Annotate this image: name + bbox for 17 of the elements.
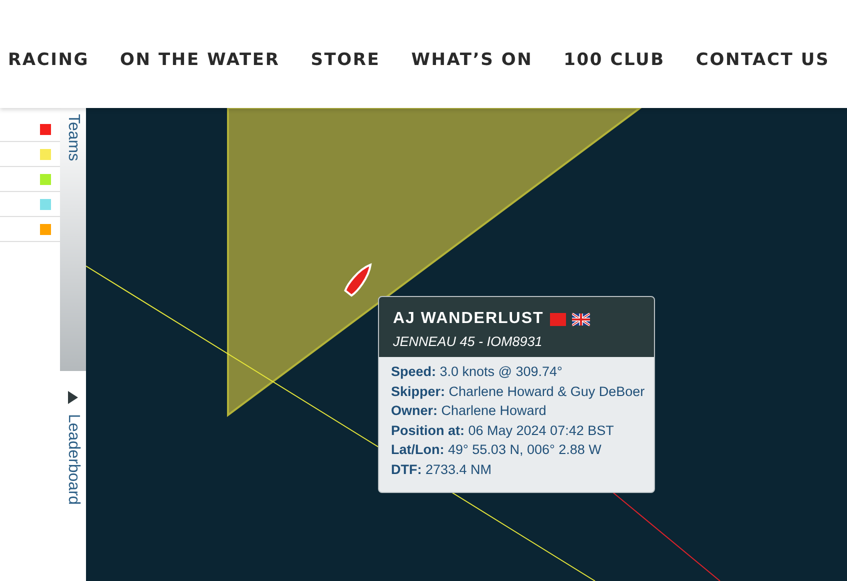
boat-info-line: DTF: 2733.4 NM xyxy=(391,460,493,479)
boat-class: JENNEAU 45 - IOM8931 xyxy=(393,334,544,349)
play-icon xyxy=(68,391,78,404)
boat-info-line: Lat/Lon: 49° 55.03 N, 006° 2.88 W xyxy=(391,441,602,460)
flag-icon xyxy=(572,312,590,326)
boat-icon xyxy=(344,264,372,296)
nav-link[interactable]: STORE xyxy=(310,38,380,70)
nav-link[interactable]: RACING xyxy=(8,38,90,70)
boat-name: AJ WANDERLUST xyxy=(393,310,544,328)
boat-info-line: Speed: 3.0 knots @ 309.74° xyxy=(391,363,564,381)
nav-link[interactable]: 100 CLUB xyxy=(564,38,665,70)
nav-link[interactable]: ON THE WATER xyxy=(120,38,280,70)
boat-info-line: Owner: Charlene Howard xyxy=(391,402,548,420)
nav-link[interactable]: CONTACT US xyxy=(696,38,830,70)
boat-info-line: Skipper: Charlene Howard & Guy DeBoer xyxy=(391,382,642,401)
nav-link[interactable]: WHAT’S ON xyxy=(411,38,533,70)
boat-info-line: Position at: 06 May 2024 07:42 BST xyxy=(391,422,615,440)
